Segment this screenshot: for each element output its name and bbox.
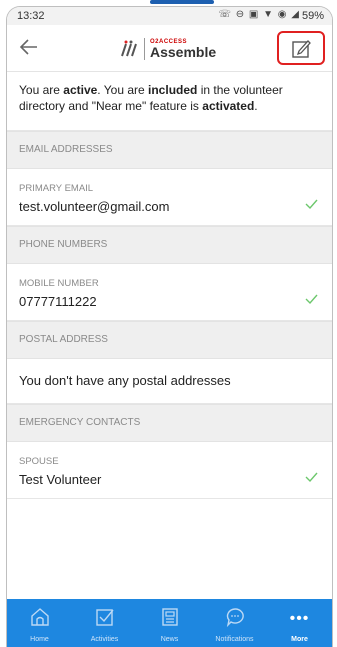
bottom-tab-bar: Home Activities News Notifications ••• M…	[7, 599, 332, 647]
banner-text: You are	[19, 83, 64, 97]
newspaper-icon	[161, 608, 178, 626]
list-item-primary-email[interactable]: PRIMARY EMAIL test.volunteer@gmail.com	[7, 169, 332, 226]
logo-wordmark: O2ACCESS Assemble	[150, 39, 216, 59]
profile-content: You are active. You are included in the …	[7, 72, 332, 499]
status-icons: ☏ ⊖ ▣ ▼ ◉ ◢	[218, 9, 300, 20]
item-label: SPOUSE	[19, 456, 59, 467]
tab-label: Notifications	[215, 636, 254, 643]
tab-activities[interactable]: Activities	[72, 599, 137, 647]
back-button[interactable]	[17, 35, 41, 59]
arrow-left-icon	[19, 39, 37, 55]
list-item-mobile-number[interactable]: MOBILE NUMBER 07777111222	[7, 264, 332, 321]
tab-home[interactable]: Home	[7, 599, 72, 647]
more-dots-icon: •••	[289, 610, 310, 627]
banner-text: . You are	[97, 83, 149, 97]
top-accent	[150, 0, 214, 4]
section-header-postal: POSTAL ADDRESS	[7, 321, 332, 359]
item-value: Test Volunteer	[19, 472, 102, 487]
item-value: 07777111222	[19, 294, 97, 309]
logo-title: Assemble	[150, 44, 217, 60]
check-icon	[305, 472, 318, 483]
tab-label: News	[160, 636, 179, 643]
edit-button[interactable]	[277, 31, 325, 65]
section-header-email: EMAIL ADDRESSES	[7, 131, 332, 169]
app-bar: O2ACCESS Assemble	[7, 25, 332, 72]
banner-included: included	[148, 83, 198, 97]
chat-bubble-icon	[226, 608, 244, 627]
list-item-postal-empty: You don't have any postal addresses	[7, 359, 332, 404]
banner-active: active	[63, 83, 98, 97]
home-icon	[30, 608, 49, 626]
status-time: 13:32	[17, 10, 45, 22]
section-header-phone: PHONE NUMBERS	[7, 226, 332, 264]
tab-news[interactable]: News	[137, 599, 202, 647]
tab-label: Home	[30, 636, 49, 643]
app-logo: O2ACCESS Assemble	[117, 35, 216, 63]
checkbox-icon	[95, 609, 114, 626]
tab-label: More	[291, 636, 308, 643]
phone-screen: 13:32 ☏ ⊖ ▣ ▼ ◉ ◢ 59% O2ACCESS Assemble	[6, 6, 333, 647]
logo-mark-icon	[121, 40, 137, 57]
battery-level: 59%	[301, 10, 324, 22]
check-icon	[305, 199, 318, 210]
empty-state-text: You don't have any postal addresses	[19, 373, 231, 388]
list-item-spouse[interactable]: SPOUSE Test Volunteer	[7, 442, 332, 499]
edit-icon	[292, 40, 311, 58]
tab-notifications[interactable]: Notifications	[202, 599, 267, 647]
banner-text: .	[254, 99, 258, 113]
item-value: test.volunteer@gmail.com	[19, 199, 170, 214]
section-header-emergency: EMERGENCY CONTACTS	[7, 404, 332, 442]
tab-more[interactable]: ••• More	[267, 599, 332, 647]
item-label: PRIMARY EMAIL	[19, 183, 94, 194]
item-label: MOBILE NUMBER	[19, 278, 99, 289]
logo-divider	[144, 38, 145, 60]
status-banner: You are active. You are included in the …	[7, 72, 332, 131]
status-bar: 13:32 ☏ ⊖ ▣ ▼ ◉ ◢ 59%	[7, 7, 332, 25]
check-icon	[305, 294, 318, 305]
banner-activated: activated	[202, 99, 255, 113]
tab-label: Activities	[90, 636, 119, 643]
